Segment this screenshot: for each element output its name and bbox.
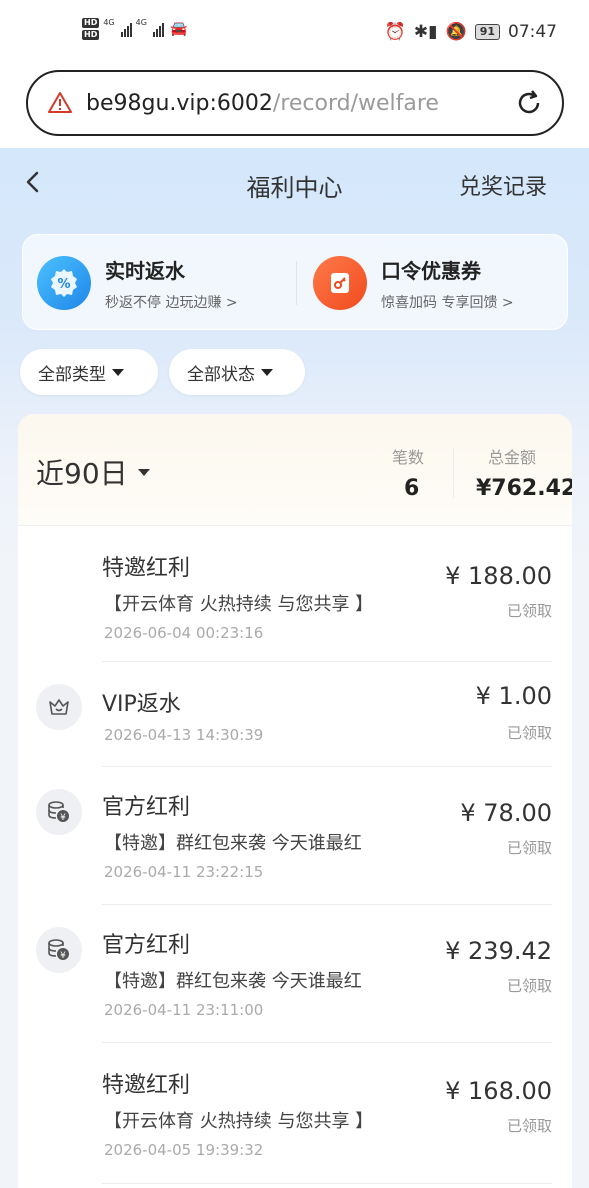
record-amount: ¥ 1.00 xyxy=(475,682,552,710)
car-icon: 🚘 xyxy=(169,21,188,37)
record-amount: ¥ 168.00 xyxy=(445,1077,552,1105)
record-title: 官方红利 xyxy=(102,933,191,958)
divider xyxy=(453,448,454,498)
caret-down-icon xyxy=(261,368,273,376)
hd-indicators: HD HD xyxy=(82,18,100,40)
welfare-page: 福利中心 兑奖记录 % 实时返水 秒返不停 边玩边赚 > 口令优惠券 惊喜加码 … xyxy=(0,148,589,1188)
svg-text:¥: ¥ xyxy=(60,951,66,961)
svg-text:%: % xyxy=(57,277,70,292)
record-subtitle: 【开云体育 火热持续 与您共享 】 xyxy=(104,1111,374,1132)
status-left: HD HD 4G 4G 🚘 xyxy=(82,18,187,40)
promo-title: 实时返水 xyxy=(105,258,185,283)
record-status: 已领取 xyxy=(506,977,552,995)
status-right: ⏰ ✱▮ 🔕 91 07:47 xyxy=(385,22,557,42)
record-time: 2026-04-13 14:30:39 xyxy=(104,726,264,744)
hd-badge: HD xyxy=(82,30,100,40)
signal-icon xyxy=(120,21,132,37)
record-time: 2026-04-05 19:39:32 xyxy=(104,1141,264,1159)
record-status: 已领取 xyxy=(506,724,552,742)
browser-toolbar: be98gu.vip:6002/record/welfare xyxy=(0,66,589,148)
record-amount: ¥ 188.00 xyxy=(445,562,552,590)
clock: 07:47 xyxy=(508,22,557,42)
count-value: 6 xyxy=(404,476,420,501)
record-title: 特邀红利 xyxy=(102,1073,191,1098)
record-subtitle: 【特邀】群红包来袭 今天谁最红 xyxy=(104,833,362,854)
bluetooth-icon: ✱▮ xyxy=(413,22,438,42)
redeem-records-link[interactable]: 兑奖记录 xyxy=(459,169,547,201)
date-range-label: 近90日 xyxy=(36,457,128,490)
total-label: 总金额 xyxy=(488,448,537,467)
promo-panel: % 实时返水 秒返不停 边玩边赚 > 口令优惠券 惊喜加码 专享回馈 > xyxy=(22,234,568,330)
record-status: 已领取 xyxy=(506,839,552,857)
address-bar[interactable]: be98gu.vip:6002/record/welfare xyxy=(26,70,564,136)
record-status: 已领取 xyxy=(506,602,552,620)
svg-text:¥: ¥ xyxy=(60,813,66,823)
record-time: 2026-04-11 23:11:00 xyxy=(104,1001,264,1019)
record-subtitle: 【开云体育 火热持续 与您共享 】 xyxy=(104,594,374,615)
status-filter-dropdown[interactable]: 全部状态 xyxy=(169,349,305,395)
network-type: 4G xyxy=(103,18,115,27)
type-filter-dropdown[interactable]: 全部类型 xyxy=(20,349,158,395)
record-row[interactable]: 特邀红利 【开云体育 火热持续 与您共享 】 2026-04-05 19:39:… xyxy=(18,1043,572,1183)
nav-bar: 福利中心 兑奖记录 xyxy=(0,148,589,218)
records-card: 近90日 笔数 6 总金额 ¥762.42 特邀红利 【开云体育 火热持续 与您… xyxy=(18,414,572,1188)
divider xyxy=(296,261,297,305)
record-time: 2026-04-11 23:22:15 xyxy=(104,863,264,881)
signal-icon xyxy=(152,21,164,37)
filter-label: 全部状态 xyxy=(187,364,255,385)
promo-subtitle: 惊喜加码 专享回馈 > xyxy=(381,294,514,311)
promo-realtime-rebate[interactable]: % 实时返水 秒返不停 边玩边赚 > xyxy=(37,235,238,331)
record-amount: ¥ 239.42 xyxy=(445,937,552,965)
record-title: VIP返水 xyxy=(102,692,181,717)
record-title: 官方红利 xyxy=(102,795,191,820)
record-amount: ¥ 78.00 xyxy=(460,799,552,827)
filter-label: 全部类型 xyxy=(38,364,106,385)
percent-icon: % xyxy=(37,256,91,310)
total-value: ¥762.42 xyxy=(476,476,572,501)
record-row[interactable]: VIP返水 2026-04-13 14:30:39 ¥ 1.00 已领取 xyxy=(18,662,572,766)
record-row[interactable]: ¥ 官方红利 【特邀】群红包来袭 今天谁最红 2026-04-11 23:22:… xyxy=(18,767,572,904)
alarm-icon: ⏰ xyxy=(384,22,406,42)
coins-icon: ¥ xyxy=(36,789,82,835)
crown-icon xyxy=(36,684,82,730)
hd-badge: HD xyxy=(82,18,100,28)
record-status: 已领取 xyxy=(506,1117,552,1135)
network-type: 4G xyxy=(135,18,147,27)
divider xyxy=(102,1183,552,1184)
mute-icon: 🔕 xyxy=(445,22,467,42)
coupon-icon xyxy=(313,256,367,310)
date-range-dropdown[interactable]: 近90日 xyxy=(36,452,150,492)
promo-title: 口令优惠券 xyxy=(381,258,481,283)
caret-down-icon xyxy=(112,368,124,376)
count-label: 笔数 xyxy=(392,448,425,467)
coins-icon: ¥ xyxy=(36,927,82,973)
url-host: be98gu.vip:6002 xyxy=(86,90,273,116)
status-bar: HD HD 4G 4G 🚘 ⏰ ✱▮ 🔕 91 07:47 xyxy=(0,0,589,66)
promo-subtitle: 秒返不停 边玩边赚 > xyxy=(105,294,238,311)
record-row[interactable]: ¥ 官方红利 【特邀】群红包来袭 今天谁最红 2026-04-11 23:11:… xyxy=(18,905,572,1042)
warning-icon[interactable] xyxy=(48,91,72,115)
url-path: /record/welfare xyxy=(272,90,439,116)
reload-icon[interactable] xyxy=(514,88,544,118)
caret-down-icon xyxy=(137,468,150,476)
promo-coupon[interactable]: 口令优惠券 惊喜加码 专享回馈 > xyxy=(313,235,514,331)
record-subtitle: 【特邀】群红包来袭 今天谁最红 xyxy=(104,971,362,992)
summary-header: 近90日 笔数 6 总金额 ¥762.42 xyxy=(18,414,572,526)
record-row[interactable]: 特邀红利 【开云体育 火热持续 与您共享 】 2026-06-04 00:23:… xyxy=(18,526,572,661)
record-time: 2026-06-04 00:23:16 xyxy=(104,624,264,642)
record-title: 特邀红利 xyxy=(102,556,191,581)
battery-icon: 91 xyxy=(474,24,500,40)
